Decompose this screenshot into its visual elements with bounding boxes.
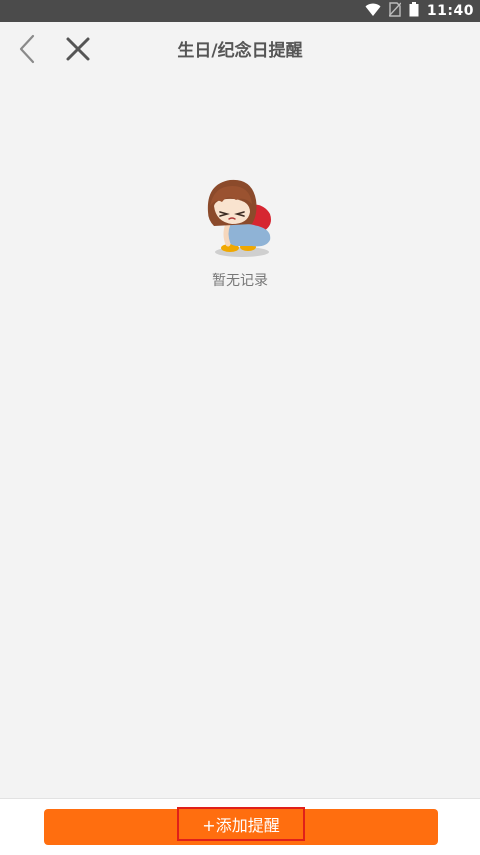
back-button[interactable] bbox=[10, 32, 44, 70]
empty-state-message: 暂无记录 bbox=[212, 273, 268, 289]
status-bar: 11:40 bbox=[0, 0, 480, 22]
reminder-list: 暂无记录 bbox=[0, 80, 480, 798]
status-icons: 11:40 bbox=[365, 0, 474, 22]
no-sim-icon bbox=[388, 1, 402, 21]
sad-girl-illustration bbox=[200, 168, 280, 258]
battery-icon bbox=[409, 1, 419, 21]
chevron-left-icon bbox=[17, 34, 37, 68]
add-reminder-button[interactable] bbox=[44, 809, 438, 845]
status-time: 11:40 bbox=[426, 3, 474, 19]
bottom-bar: +添加提醒 bbox=[0, 798, 480, 855]
nav-header: 生日/纪念日提醒 bbox=[0, 22, 480, 80]
wifi-icon bbox=[365, 2, 381, 21]
close-icon bbox=[65, 36, 91, 66]
close-button[interactable] bbox=[60, 32, 96, 70]
